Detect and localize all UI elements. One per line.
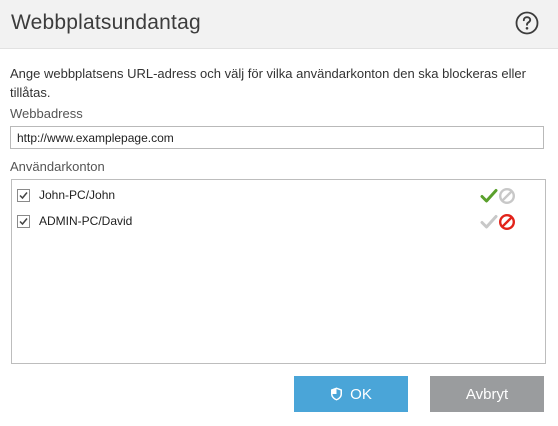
dialog-titlebar: Webbplatsundantag <box>0 0 558 49</box>
url-field-label: Webbadress <box>10 106 83 121</box>
account-row: John-PC/John <box>12 184 545 208</box>
dialog-description: Ange webbplatsens URL-adress och välj fö… <box>10 66 526 100</box>
account-name: ADMIN-PC/David <box>39 214 133 228</box>
ok-button-label: OK <box>350 385 372 403</box>
url-input[interactable] <box>10 126 544 149</box>
cancel-button[interactable]: Avbryt <box>430 376 544 412</box>
dialog-title: Webbplatsundantag <box>11 11 201 34</box>
help-icon[interactable] <box>515 11 539 35</box>
block-icon[interactable] <box>498 187 516 205</box>
block-icon[interactable] <box>498 213 516 231</box>
account-checkbox[interactable] <box>17 215 30 228</box>
account-row: ADMIN-PC/David <box>12 210 545 234</box>
shield-icon <box>331 387 343 401</box>
allow-checkmark-icon[interactable] <box>480 214 498 230</box>
ok-button[interactable]: OK <box>294 376 408 412</box>
accounts-list: John-PC/John ADMIN-PC/David <box>11 179 546 364</box>
cancel-button-label: Avbryt <box>465 385 509 403</box>
accounts-label: Användarkonton <box>10 159 105 174</box>
account-checkbox[interactable] <box>17 189 30 202</box>
account-name: John-PC/John <box>39 188 116 202</box>
allow-checkmark-icon[interactable] <box>480 188 498 204</box>
